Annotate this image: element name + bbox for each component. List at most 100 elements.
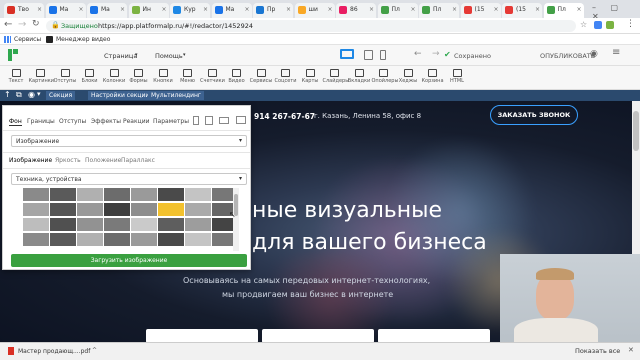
bookmark-services[interactable]: Сервисы bbox=[14, 36, 41, 43]
gallery-thumbnail[interactable] bbox=[104, 203, 130, 216]
undo-icon[interactable]: ← bbox=[414, 49, 422, 59]
gallery-thumbnail[interactable] bbox=[185, 188, 211, 201]
panel-subtab[interactable]: Яркость bbox=[55, 157, 81, 164]
browser-tab[interactable]: ши × bbox=[294, 3, 335, 18]
tab-close-icon[interactable]: × bbox=[493, 6, 498, 13]
gallery-thumbnail[interactable] bbox=[131, 203, 157, 216]
browser-tab[interactable]: Кур × bbox=[170, 3, 210, 18]
gallery-thumbnail[interactable] bbox=[131, 218, 157, 231]
tool-17[interactable]: Корзина bbox=[421, 68, 445, 88]
image-gallery[interactable] bbox=[23, 188, 241, 251]
gallery-thumbnail[interactable] bbox=[104, 218, 130, 231]
show-all-button[interactable]: Показать все bbox=[575, 347, 620, 355]
gallery-thumbnail[interactable] bbox=[50, 233, 76, 246]
apps-icon[interactable] bbox=[4, 36, 11, 43]
page-menu[interactable]: Страница bbox=[104, 52, 137, 60]
browser-tab[interactable]: Пр × bbox=[253, 3, 293, 18]
multilanding-button[interactable]: Мультилендинг bbox=[148, 91, 205, 100]
forward-icon[interactable]: → bbox=[18, 19, 26, 30]
extension-icon[interactable] bbox=[606, 21, 614, 29]
gallery-scrollbar[interactable] bbox=[233, 188, 239, 251]
tab-close-icon[interactable]: × bbox=[369, 6, 374, 13]
panel-subtab[interactable]: Положение bbox=[85, 157, 121, 164]
background-type-select[interactable]: Изображение ▾ bbox=[11, 135, 247, 147]
browser-tab[interactable]: 86 × bbox=[336, 3, 376, 18]
browser-tab[interactable]: Ин × bbox=[128, 3, 169, 18]
tab-close-icon[interactable]: × bbox=[576, 6, 581, 13]
tool-4[interactable]: Колонки bbox=[102, 68, 126, 88]
gallery-thumbnail[interactable] bbox=[158, 233, 184, 246]
redo-icon[interactable]: → bbox=[432, 49, 440, 59]
gallery-thumbnail[interactable] bbox=[104, 233, 130, 246]
publish-button[interactable]: ОПУБЛИКОВАТЬ bbox=[540, 52, 595, 60]
browser-tab[interactable]: Пл × bbox=[377, 3, 418, 18]
scrollbar-thumb[interactable] bbox=[633, 111, 639, 151]
gallery-thumbnail[interactable] bbox=[50, 203, 76, 216]
gallery-thumbnail[interactable] bbox=[131, 233, 157, 246]
tool-13[interactable]: Слайдеры bbox=[323, 68, 349, 88]
section-button[interactable]: Секция bbox=[46, 91, 76, 100]
panel-tab[interactable]: Границы bbox=[27, 118, 55, 125]
gallery-thumbnail[interactable] bbox=[185, 233, 211, 246]
gallery-thumbnail[interactable] bbox=[185, 203, 211, 216]
gallery-thumbnail[interactable] bbox=[23, 218, 49, 231]
panel-tab[interactable]: Эффекты bbox=[91, 118, 121, 125]
tab-close-icon[interactable]: × bbox=[327, 6, 332, 13]
tab-close-icon[interactable]: × bbox=[410, 6, 415, 13]
browser-tab[interactable]: Пл × bbox=[419, 3, 459, 18]
back-icon[interactable]: ← bbox=[4, 19, 12, 30]
gallery-thumbnail[interactable] bbox=[23, 203, 49, 216]
url-text[interactable]: https://app.platformalp.ru/#!/redactor/1… bbox=[98, 22, 253, 30]
tab-close-icon[interactable]: × bbox=[161, 6, 166, 13]
omnibox[interactable]: 🔒 Защищено https://app.platformalp.ru/#!… bbox=[46, 20, 576, 32]
tool-7[interactable]: Меню bbox=[176, 68, 200, 88]
gallery-thumbnail[interactable] bbox=[23, 188, 49, 201]
panel-subtab[interactable]: Параллакс bbox=[121, 157, 155, 164]
chevron-down-icon[interactable]: ▾ bbox=[37, 90, 41, 98]
star-icon[interactable]: ☆ bbox=[580, 20, 587, 29]
gallery-thumbnail[interactable] bbox=[77, 188, 103, 201]
gallery-thumbnail[interactable] bbox=[23, 233, 49, 246]
gallery-thumbnail[interactable] bbox=[158, 203, 184, 216]
order-call-button[interactable]: ЗАКАЗАТЬ ЗВОНОК bbox=[490, 105, 578, 125]
upload-image-button[interactable]: Загрузить изображение bbox=[11, 254, 247, 267]
eye-icon[interactable]: ◉ bbox=[28, 90, 35, 99]
tool-2[interactable]: Отступы bbox=[53, 68, 77, 88]
tab-close-icon[interactable]: × bbox=[37, 6, 42, 13]
panel-tab[interactable]: Отступы bbox=[59, 118, 86, 125]
desktop-view-icon[interactable] bbox=[193, 116, 199, 125]
extension-icon[interactable] bbox=[594, 21, 602, 29]
bookmark-video-manager[interactable]: Менеджер видео bbox=[56, 36, 110, 43]
gallery-thumbnail[interactable] bbox=[104, 188, 130, 201]
browser-tab[interactable]: Ма × bbox=[45, 3, 86, 18]
tool-14[interactable]: Вкладки bbox=[347, 68, 371, 88]
download-item[interactable]: Мастер продающ....pdf bbox=[18, 348, 90, 355]
close-icon[interactable]: ✕ bbox=[628, 346, 634, 354]
section-settings-button[interactable]: Настройки секции bbox=[88, 91, 153, 100]
panel-subtab[interactable]: Изображение bbox=[9, 157, 52, 164]
help-menu[interactable]: Помощь bbox=[155, 52, 183, 60]
gallery-thumbnail[interactable] bbox=[158, 188, 184, 201]
menu-icon[interactable]: ≡ bbox=[612, 47, 620, 58]
browser-tab[interactable]: Ма × bbox=[211, 3, 252, 18]
tab-close-icon[interactable]: × bbox=[78, 6, 83, 13]
tool-9[interactable]: Видео bbox=[225, 68, 249, 88]
gallery-thumbnail[interactable] bbox=[77, 218, 103, 231]
tool-5[interactable]: Формы bbox=[127, 68, 151, 88]
tab-close-icon[interactable]: × bbox=[452, 6, 457, 13]
chevron-up-icon[interactable]: ^ bbox=[92, 347, 97, 354]
gallery-thumbnail[interactable] bbox=[50, 218, 76, 231]
tool-16[interactable]: Хеджы bbox=[396, 68, 420, 88]
gallery-thumbnail[interactable] bbox=[50, 188, 76, 201]
gallery-thumbnail[interactable] bbox=[131, 188, 157, 201]
panel-tab[interactable]: Параметры bbox=[153, 118, 189, 125]
desktop-monitor-icon[interactable] bbox=[236, 116, 246, 124]
browser-tab[interactable]: Ма × bbox=[87, 3, 127, 18]
preview-eye-icon[interactable]: ◉ bbox=[590, 49, 598, 59]
tool-10[interactable]: Сервисы bbox=[249, 68, 273, 88]
browser-tab[interactable]: (15 × bbox=[502, 3, 542, 18]
tab-close-icon[interactable]: × bbox=[203, 6, 208, 13]
tool-18[interactable]: HTML bbox=[445, 68, 469, 88]
tool-15[interactable]: Опойлеры bbox=[372, 68, 398, 88]
copy-icon[interactable]: ⧉ bbox=[16, 90, 22, 100]
